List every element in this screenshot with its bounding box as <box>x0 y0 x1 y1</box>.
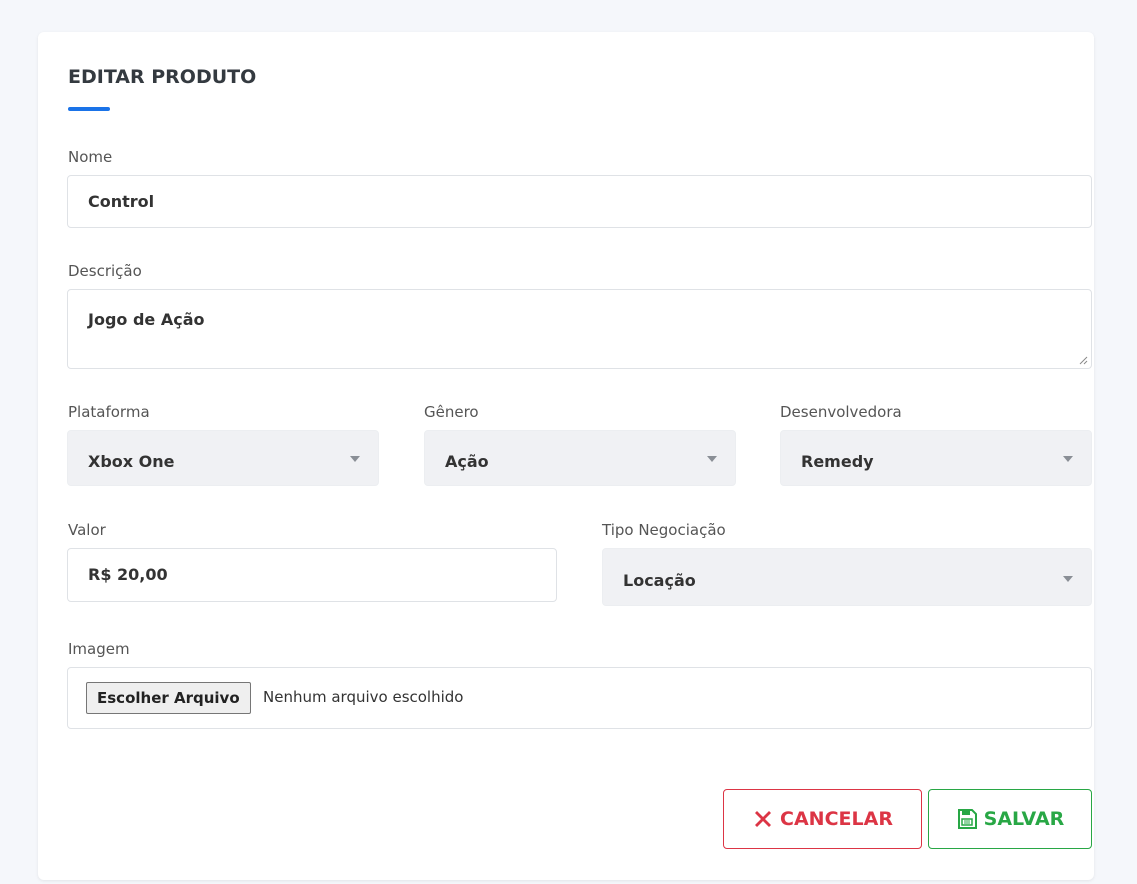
tipo-negociacao-select[interactable]: Locação <box>602 548 1092 606</box>
descricao-value: Jogo de Ação <box>88 310 205 329</box>
desenvolvedora-value: Remedy <box>801 452 874 471</box>
nome-label: Nome <box>68 148 113 166</box>
cancel-button[interactable]: CANCELAR <box>723 789 922 849</box>
title-underline <box>68 107 110 111</box>
genero-value: Ação <box>445 452 489 471</box>
descricao-label: Descrição <box>68 262 142 280</box>
plataforma-value: Xbox One <box>88 452 175 471</box>
choose-file-button[interactable]: Escolher Arquivo <box>86 682 251 714</box>
x-icon <box>752 808 774 830</box>
save-button-label: SALVAR <box>983 808 1065 830</box>
chevron-down-icon <box>350 456 360 462</box>
chevron-down-icon <box>1063 456 1073 462</box>
genero-label: Gênero <box>424 403 479 421</box>
resize-handle-icon[interactable] <box>1078 355 1088 365</box>
chevron-down-icon <box>1063 576 1073 582</box>
page-title: EDITAR PRODUTO <box>68 66 257 88</box>
cancel-button-label: CANCELAR <box>780 808 893 830</box>
valor-value: R$ 20,00 <box>88 565 168 584</box>
plataforma-label: Plataforma <box>68 403 150 421</box>
nome-input[interactable]: Control <box>67 175 1092 228</box>
nome-value: Control <box>88 192 155 211</box>
plataforma-select[interactable]: Xbox One <box>67 430 379 486</box>
tipo-negociacao-label: Tipo Negociação <box>602 521 726 539</box>
floppy-disk-icon <box>956 808 978 830</box>
chevron-down-icon <box>707 456 717 462</box>
descricao-textarea[interactable]: Jogo de Ação <box>67 289 1092 369</box>
genero-select[interactable]: Ação <box>424 430 736 486</box>
file-status-text: Nenhum arquivo escolhido <box>263 688 464 706</box>
imagem-file-input[interactable]: Escolher Arquivo Nenhum arquivo escolhid… <box>67 667 1092 729</box>
desenvolvedora-label: Desenvolvedora <box>780 403 902 421</box>
save-button[interactable]: SALVAR <box>928 789 1092 849</box>
valor-label: Valor <box>68 521 106 539</box>
edit-product-card: EDITAR PRODUTO Nome Control Descrição Jo… <box>38 32 1094 880</box>
imagem-label: Imagem <box>68 640 130 658</box>
tipo-negociacao-value: Locação <box>623 571 696 590</box>
desenvolvedora-select[interactable]: Remedy <box>780 430 1092 486</box>
valor-input[interactable]: R$ 20,00 <box>67 548 557 602</box>
